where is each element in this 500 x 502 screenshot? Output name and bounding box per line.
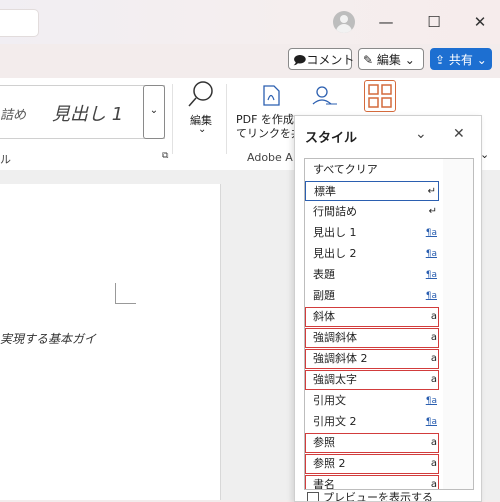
style-item[interactable]: 斜体 a [305, 307, 439, 327]
style-gallery[interactable]: 詰め 見出し 1 [0, 85, 165, 139]
divider [172, 84, 173, 154]
dialog-launcher-icon[interactable]: ⧉ [162, 151, 168, 161]
styles-pane-title: スタイル [305, 131, 358, 146]
style-item[interactable]: 強調斜体 a [305, 328, 439, 348]
avatar[interactable] [333, 11, 355, 33]
linked-style-icon: ¶a [425, 249, 437, 259]
style-item[interactable]: 表題 ¶a [305, 265, 439, 285]
style-item[interactable]: 副題 ¶a [305, 286, 439, 306]
character-style-icon: a [430, 353, 437, 364]
paragraph-style-icon: ↵ [428, 206, 437, 217]
style-gallery-item-heading1[interactable]: 見出し 1 [52, 100, 123, 126]
pdf-icon[interactable] [260, 84, 282, 108]
styles-pane: スタイル ⌄ ✕ すべてクリア 標準 ↵ 行間詰め ↵ 見出し 1 ¶a 見出し 2 ¶a 表題 ¶… [294, 115, 482, 502]
style-item-label: すべてクリア [313, 163, 378, 176]
style-item[interactable]: 見出し 2 ¶a [305, 244, 439, 264]
style-gallery-expand-button[interactable]: ⌄ [143, 85, 165, 139]
divider [226, 84, 227, 154]
comment-icon: 🗩 [293, 53, 307, 67]
style-item-label: 参照 2 [313, 457, 346, 470]
style-item-label: 強調太字 [313, 373, 357, 386]
maximize-icon[interactable]: ☐ [424, 12, 444, 32]
style-item[interactable]: 強調太字 a [305, 370, 439, 390]
linked-style-icon: ¶a [425, 396, 437, 406]
linked-style-icon: ¶a [425, 270, 437, 280]
document-text[interactable]: 実現する基本ガイ [0, 330, 96, 347]
paragraph-style-icon: ↵ [427, 186, 436, 197]
style-item-label: 強調斜体 2 [313, 352, 368, 365]
character-style-icon: a [430, 479, 437, 490]
linked-style-icon: ¶a [425, 291, 437, 301]
chevron-down-icon: ⌄ [404, 53, 415, 67]
chevron-down-icon: ⌄ [476, 53, 487, 67]
style-item[interactable]: 標準 ↵ [305, 181, 439, 201]
character-style-icon: a [430, 458, 437, 469]
style-item[interactable]: すべてクリア [305, 160, 439, 180]
share-icon: ⇪ [435, 53, 446, 67]
designer-icon[interactable] [364, 80, 396, 112]
style-item-label: 見出し 2 [313, 247, 357, 260]
style-item-label: 標準 [314, 185, 336, 198]
share-button[interactable]: ⇪ 共有 ⌄ [430, 48, 492, 70]
character-style-icon: a [430, 374, 437, 385]
style-item-label: 強調斜体 [313, 331, 357, 344]
style-item-label: 表題 [313, 268, 335, 281]
scrollbar[interactable] [443, 159, 473, 489]
preview-toggle[interactable]: プレビューを表示する [307, 489, 433, 501]
comment-button[interactable]: 🗩コメント [288, 48, 354, 70]
style-item-label: 引用文 [313, 394, 346, 407]
style-item[interactable]: 書名 a [305, 475, 439, 490]
preview-checkbox[interactable] [307, 492, 319, 501]
style-item-label: 副題 [313, 289, 335, 302]
search-box[interactable] [0, 9, 39, 37]
find-icon[interactable] [186, 80, 216, 110]
style-item[interactable]: 見出し 1 ¶a [305, 223, 439, 243]
styles-group-label: ル [0, 153, 11, 166]
minimize-icon[interactable]: — [376, 12, 396, 32]
style-item[interactable]: 行間詰め ↵ [305, 202, 439, 222]
style-item-label: 参照 [313, 436, 335, 449]
style-item-label: 引用文 2 [313, 415, 357, 428]
style-item[interactable]: 強調斜体 2 a [305, 349, 439, 369]
close-icon[interactable]: ✕ [470, 12, 490, 32]
margin-marker [115, 283, 136, 304]
styles-list[interactable]: すべてクリア 標準 ↵ 行間詰め ↵ 見出し 1 ¶a 見出し 2 ¶a 表題 ¶a 副題 ¶a 斜体 a 強… [304, 158, 474, 490]
style-item[interactable]: 参照 a [305, 433, 439, 453]
linked-style-icon: ¶a [425, 228, 437, 238]
pencil-icon: ✎ [363, 53, 374, 67]
adobe-group-label: Adobe A [247, 151, 293, 164]
character-style-icon: a [430, 332, 437, 343]
character-style-icon: a [430, 437, 437, 448]
signature-icon[interactable] [310, 84, 338, 108]
linked-style-icon: ¶a [425, 417, 437, 427]
chevron-down-icon[interactable]: ⌄ [415, 126, 427, 142]
style-item[interactable]: 引用文 2 ¶a [305, 412, 439, 432]
style-gallery-item-compact[interactable]: 詰め [0, 104, 26, 123]
style-item-label: 行間詰め [313, 205, 357, 218]
style-item[interactable]: 参照 2 a [305, 454, 439, 474]
style-item-label: 見出し 1 [313, 226, 357, 239]
edit-mode-button[interactable]: ✎ 編集 ⌄ [358, 48, 424, 70]
style-item[interactable]: 引用文 ¶a [305, 391, 439, 411]
close-icon[interactable]: ✕ [453, 126, 465, 142]
chevron-down-icon[interactable]: ⌄ [198, 124, 206, 135]
character-style-icon: a [430, 311, 437, 322]
style-item-label: 斜体 [313, 310, 335, 323]
